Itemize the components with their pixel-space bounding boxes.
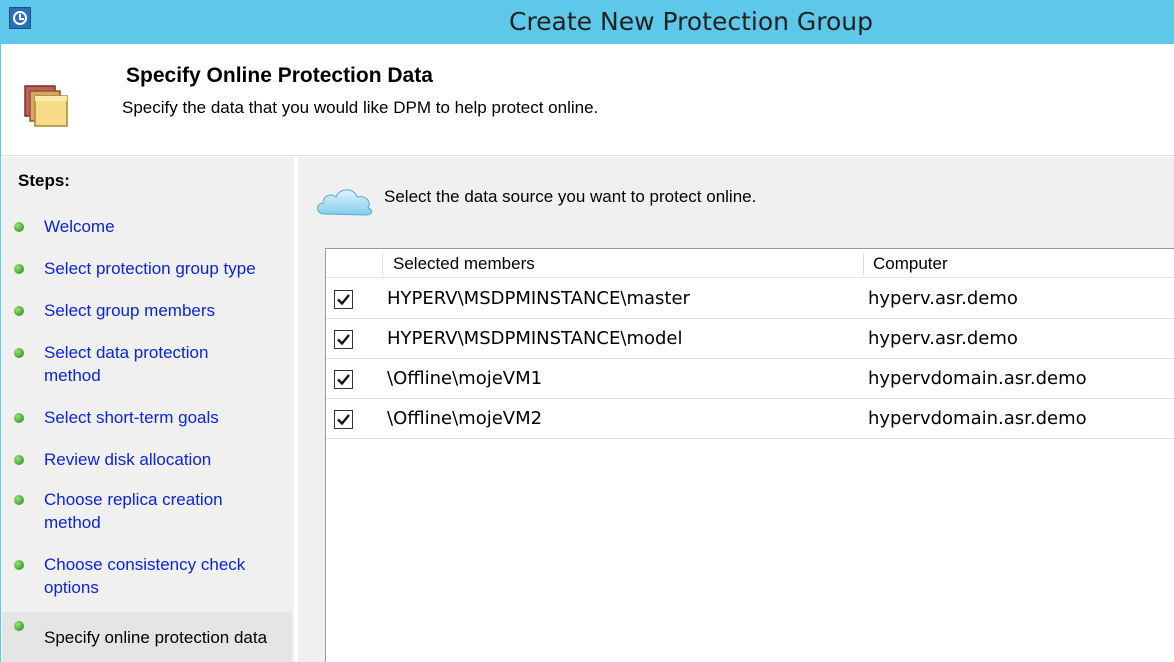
- page-subtitle: Specify the data that you would like DPM…: [122, 98, 599, 117]
- step-label: Welcome: [44, 217, 115, 236]
- green-dot-icon: [14, 621, 24, 631]
- green-dot-icon: [14, 560, 24, 570]
- row-checkbox[interactable]: [334, 370, 353, 389]
- step-item[interactable]: Choose replica creation method: [2, 485, 292, 541]
- column-header-computer[interactable]: Computer: [873, 249, 948, 278]
- step-item: Specify online protection data: [2, 612, 292, 662]
- table-header: Selected members Computer: [326, 249, 1174, 278]
- wizard-header: Specify Online Protection Data Specify t…: [1, 44, 1174, 156]
- table-row[interactable]: HYPERV\MSDPMINSTANCE\master hyperv.asr.de…: [326, 279, 1174, 319]
- members-table: Selected members Computer HYPERV\MSDPMIN…: [325, 248, 1174, 662]
- member-cell: \Offline\mojeVM2: [387, 408, 543, 429]
- step-label: Select group members: [44, 301, 216, 320]
- green-dot-icon: [14, 222, 24, 232]
- computer-cell: hyperv.asr.demo: [868, 328, 1018, 349]
- row-checkbox[interactable]: [334, 330, 353, 349]
- checkmark-icon: [337, 334, 350, 346]
- window-title: Create New Protection Group: [508, 7, 874, 36]
- column-separator[interactable]: [863, 253, 864, 275]
- page-title: Specify Online Protection Data: [126, 64, 433, 87]
- table-row[interactable]: \Offline\mojeVM2 hypervdomain.asr.demo: [326, 399, 1174, 439]
- green-dot-icon: [14, 306, 24, 316]
- step-item[interactable]: Select group members: [2, 296, 292, 332]
- steps-heading: Steps:: [18, 171, 70, 190]
- step-label: Select short-term goals: [44, 408, 219, 427]
- step-label: Review disk allocation: [44, 450, 212, 469]
- computer-cell: hypervdomain.asr.demo: [868, 368, 1087, 389]
- member-cell: HYPERV\MSDPMINSTANCE\master: [387, 288, 690, 309]
- step-label: Specify online protection data: [44, 628, 268, 647]
- computer-cell: hypervdomain.asr.demo: [868, 408, 1087, 429]
- folder-icon: [23, 84, 71, 128]
- wizard-window: Specify Online Protection Data Specify t…: [0, 44, 1174, 662]
- content-panel: Select the data source you want to prote…: [298, 157, 1174, 662]
- member-cell: \Offline\mojeVM1: [387, 368, 543, 389]
- steps-panel: Steps: Welcome Select protection group ty…: [2, 157, 294, 662]
- member-cell: HYPERV\MSDPMINSTANCE\model: [387, 328, 683, 349]
- row-checkbox[interactable]: [334, 410, 353, 429]
- row-checkbox[interactable]: [334, 290, 353, 309]
- column-header-selected-members[interactable]: Selected members: [393, 249, 535, 278]
- column-separator[interactable]: [382, 253, 383, 275]
- checkmark-icon: [337, 374, 350, 386]
- green-dot-icon: [14, 264, 24, 274]
- step-item[interactable]: Select short-term goals: [2, 403, 292, 439]
- instruction-text: Select the data source you want to prote…: [384, 187, 757, 206]
- checkmark-icon: [337, 414, 350, 426]
- step-label: Select protection group type: [44, 259, 256, 278]
- cloud-icon: [314, 184, 376, 218]
- checkmark-icon: [337, 294, 350, 306]
- title-bar: Create New Protection Group: [0, 0, 1174, 44]
- green-dot-icon: [14, 348, 24, 358]
- green-dot-icon: [14, 413, 24, 423]
- table-row[interactable]: \Offline\mojeVM1 hypervdomain.asr.demo: [326, 359, 1174, 399]
- step-label: Choose replica creation method: [44, 490, 223, 532]
- step-label: Select data protection method: [44, 343, 209, 385]
- step-item[interactable]: Review disk allocation: [2, 445, 292, 481]
- step-item[interactable]: Select data protection method: [2, 338, 292, 394]
- step-item[interactable]: Select protection group type: [2, 254, 292, 290]
- step-item[interactable]: Welcome: [2, 212, 292, 248]
- table-row[interactable]: HYPERV\MSDPMINSTANCE\model hyperv.asr.dem…: [326, 319, 1174, 359]
- step-item[interactable]: Choose consistency check options: [2, 550, 292, 606]
- green-dot-icon: [14, 495, 24, 505]
- green-dot-icon: [14, 455, 24, 465]
- computer-cell: hyperv.asr.demo: [868, 288, 1018, 309]
- step-label: Choose consistency check options: [44, 555, 246, 597]
